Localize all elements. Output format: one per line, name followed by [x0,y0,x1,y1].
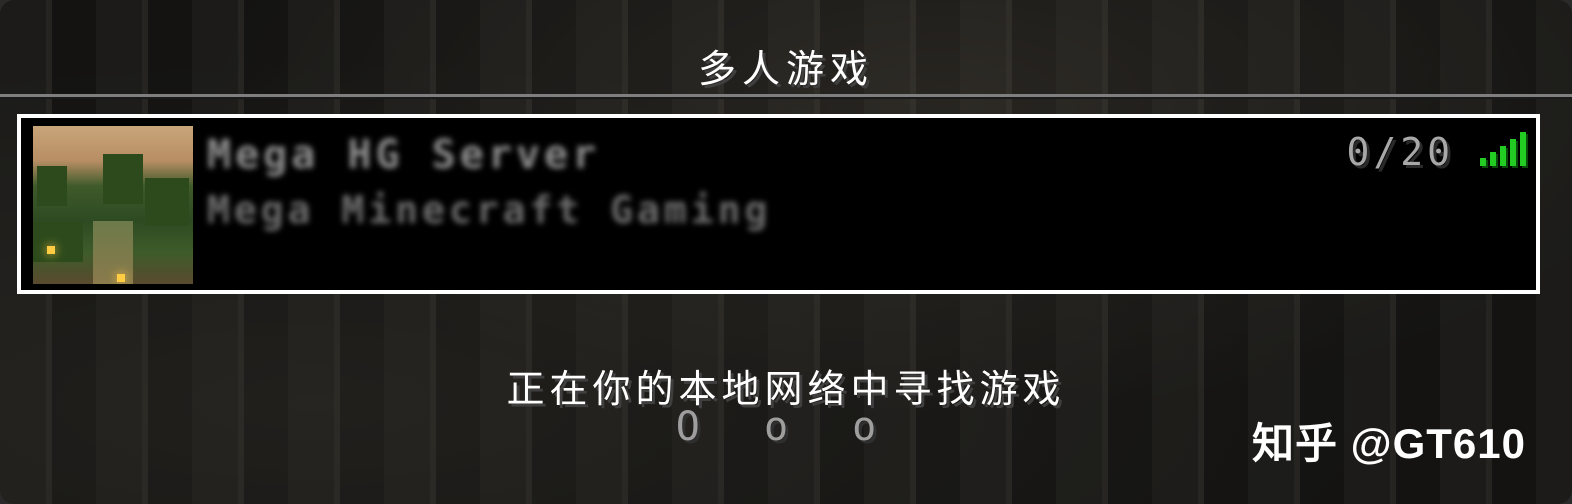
signal-bars-icon [1480,132,1530,166]
server-motd: Mega Minecraft Gaming [207,188,772,232]
server-list-entry[interactable]: Mega HG Server Mega Minecraft Gaming 0/2… [17,114,1540,294]
server-icon [33,126,193,284]
player-count: 0/20 [1346,130,1454,174]
multiplayer-screen: 多人游戏 Mega HG Server Mega Minecraft Gamin… [0,0,1572,504]
header-divider [0,94,1572,99]
server-name: Mega HG Server [207,132,601,178]
screen-title: 多人游戏 [697,47,874,91]
watermark: 知乎 @GT610 [1251,420,1526,467]
